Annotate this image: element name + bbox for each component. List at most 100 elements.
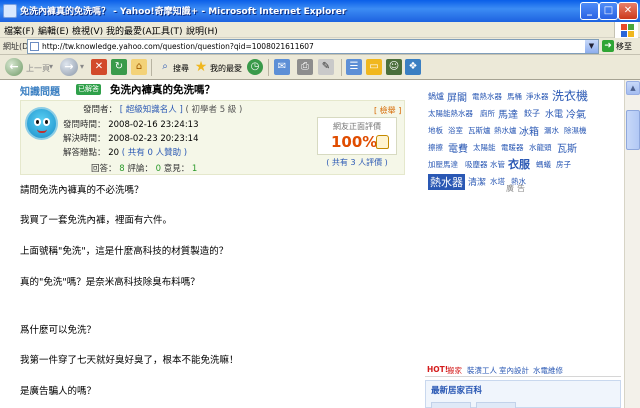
tag-link[interactable]: 熱水爐 (494, 125, 517, 136)
tag-link[interactable]: 吸塵器 (465, 159, 488, 170)
sponsor-link[interactable]: ( 共有 0 人贊助 ) (122, 148, 187, 158)
scroll-up-icon[interactable]: ▲ (626, 81, 640, 95)
tag-link[interactable]: 水龍頭 (529, 142, 552, 153)
menu-tools[interactable]: 工具(T) (152, 24, 183, 37)
mail-icon[interactable]: ✉ (274, 59, 290, 75)
section-link[interactable]: 知識問題 (20, 83, 60, 98)
history-icon[interactable]: ◷ (247, 59, 263, 75)
report-link[interactable]: [ 檢舉 ] (374, 105, 401, 116)
back-arrow-icon[interactable]: ← (5, 58, 23, 76)
go-arrow-icon[interactable]: ➜ (602, 40, 614, 52)
go-button[interactable]: 移至 (616, 41, 632, 52)
menu-help[interactable]: 說明(H) (186, 24, 218, 37)
avatar-eye (43, 118, 50, 126)
tag-link[interactable]: 電費 (448, 140, 468, 155)
hot-link[interactable]: 裝潢工人 (467, 365, 497, 376)
tag-link[interactable]: 浴室 (448, 125, 463, 136)
tag-link[interactable]: 冰箱 (519, 123, 539, 138)
favorites-star-icon[interactable]: ★ (193, 59, 209, 75)
address-input[interactable]: http://tw.knowledge.yahoo.com/question/q… (27, 39, 599, 54)
vertical-scrollbar[interactable]: ▲ (624, 80, 640, 408)
asked-time-row: 發問時間： 2008-02-16 23:24:13 (63, 118, 199, 130)
tag-link[interactable]: 電暖器 (501, 142, 524, 153)
answers-count[interactable]: 8 (119, 164, 124, 174)
favorites-button-label[interactable]: 我的最愛 (210, 63, 242, 74)
tag-link[interactable]: 漏水 (544, 125, 559, 136)
refresh-icon[interactable]: ↻ (111, 59, 127, 75)
menu-view[interactable]: 檢視(V) (72, 24, 103, 37)
tag-link[interactable]: 加壓馬達 (428, 159, 458, 170)
back-dropdown-icon[interactable]: ▾ (49, 62, 53, 71)
asker-name-link[interactable]: [ 超級知識名人 ] (120, 105, 183, 115)
hot-link[interactable]: 水電維修 (533, 365, 563, 376)
ie-app-icon[interactable] (3, 4, 17, 18)
tag-link[interactable]: 瓦斯 (557, 140, 577, 155)
tag-link[interactable]: 水管 (490, 159, 505, 170)
search-icon[interactable]: ⌕ (157, 59, 173, 75)
tag-link[interactable]: 馬桶 (507, 91, 522, 102)
minimize-button[interactable]: _ (580, 2, 599, 20)
edit-icon[interactable]: ✎ (318, 59, 334, 75)
tag-link[interactable]: 衣服 (508, 156, 530, 172)
discuss-icon[interactable]: ☰ (346, 59, 362, 75)
tag-link[interactable]: 螞蟻 (536, 159, 551, 170)
tag-link[interactable]: 瓦斯爐 (468, 125, 491, 136)
asker-label: 發問者： (83, 105, 118, 115)
hot-links-bar: HOT! 搬家 裝潢工人 室內設計 水電維修 (425, 363, 621, 377)
tag-link[interactable]: 除濕機 (564, 125, 587, 136)
tag-link[interactable]: 房子 (556, 159, 571, 170)
scroll-thumb[interactable] (626, 110, 640, 150)
tag-link[interactable]: 餃子 (524, 108, 540, 119)
home-icon[interactable]: ⌂ (131, 59, 147, 75)
rating-count[interactable]: ( 共有 3 人評價 ) (317, 157, 397, 168)
tag-link[interactable]: 冷氣 (566, 106, 586, 121)
opinions-count[interactable]: 1 (192, 164, 197, 174)
search-button-label[interactable]: 搜尋 (173, 63, 189, 74)
tag-link[interactable]: 水塔 (490, 176, 505, 187)
tag-link[interactable]: 洗衣機 (552, 87, 588, 104)
avatar-eye (34, 118, 41, 126)
menu-file[interactable]: 檔案(F) (4, 24, 34, 37)
tag-link[interactable]: 地板 (428, 125, 443, 136)
page-content: 知識問題 已解答 免洗內褲真的免洗嗎？ 發問者： [ 超級知識名人 ] ( 初學… (0, 80, 624, 408)
tag-link[interactable]: 太陽能 (473, 142, 496, 153)
research-icon[interactable]: ❖ (405, 59, 421, 75)
tag-link[interactable]: 屏閣 (447, 89, 467, 104)
folder-icon[interactable]: ▭ (366, 59, 382, 75)
tag-link[interactable]: 淨水器 (526, 91, 549, 102)
tag-link-highlighted[interactable]: 熱水器 (428, 174, 465, 190)
title-bar: 免洗內褲真的免洗嗎？ - Yahoo!奇摩知識+ - Microsoft Int… (0, 0, 640, 22)
stop-icon[interactable]: ✕ (91, 59, 107, 75)
toolbar-separator (151, 59, 152, 76)
tag-link[interactable]: 水電 (545, 107, 563, 120)
close-button[interactable]: ✕ (618, 2, 638, 20)
tag-link[interactable]: 太陽能熱水器 (428, 108, 473, 119)
tag-link[interactable]: 擦擦 (428, 142, 443, 153)
forward-dropdown-icon[interactable]: ▾ (80, 62, 84, 71)
tag-link[interactable]: 廁所 (480, 108, 495, 119)
hot-link[interactable]: 室內設計 (499, 365, 529, 376)
tag-link[interactable]: 電熱水器 (472, 91, 502, 102)
back-button-label[interactable]: 上一頁 (26, 63, 50, 74)
points-value: 20 (108, 148, 120, 158)
answer-stats-row: 回答： 8 評論： 0 意見： 1 (91, 162, 197, 174)
menu-favorites[interactable]: 我的最愛(A) (106, 24, 155, 37)
print-icon[interactable]: ⎙ (297, 59, 313, 75)
question-body-line: 我第一件穿了七天就好臭好臭了，根本不能免洗嘛！ (20, 355, 239, 366)
maximize-button[interactable]: □ (599, 2, 618, 20)
tag-link[interactable]: 鍋爐 (428, 91, 444, 102)
forward-arrow-icon[interactable]: → (60, 58, 78, 76)
tag-link[interactable]: 清潔 (468, 175, 486, 188)
tag-link[interactable]: 馬達 (498, 106, 518, 121)
page-icon (30, 42, 39, 51)
toolbar-separator (341, 59, 342, 76)
messenger-icon[interactable]: ☺ (386, 59, 402, 75)
latest-tab[interactable] (431, 402, 471, 408)
latest-tab[interactable] (476, 402, 516, 408)
chevron-down-icon[interactable]: ▼ (585, 40, 598, 53)
hot-link[interactable]: 搬家 (447, 365, 462, 376)
comments-count[interactable]: 0 (156, 164, 161, 174)
thumbs-up-icon[interactable] (376, 135, 389, 149)
avatar[interactable] (25, 107, 58, 140)
menu-edit[interactable]: 編輯(E) (38, 24, 69, 37)
